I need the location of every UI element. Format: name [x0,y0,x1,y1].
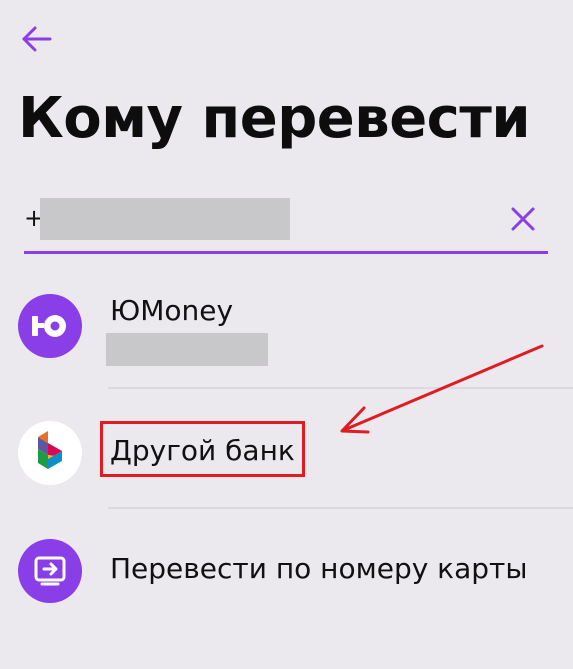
divider [108,507,573,509]
clear-button[interactable] [510,206,536,232]
redacted-account [106,333,268,366]
annotation-highlight-box [100,421,305,477]
annotation-arrow [340,344,544,434]
input-underline [24,251,548,254]
close-icon [511,207,535,231]
arrow-left-icon [22,26,52,52]
sbp-logo-icon [18,421,82,485]
recipient-label: Перевести по номеру карты [110,552,528,585]
phone-input[interactable] [40,198,484,242]
recipient-label: ЮMoney [110,294,234,327]
yoomoney-logo-icon [18,294,82,358]
page-title: Кому перевести [18,86,531,151]
card-transfer-icon [18,539,82,603]
back-button[interactable] [20,24,54,54]
recipient-card-transfer[interactable]: Перевести по номеру карты [0,538,573,604]
phone-search-field[interactable]: + [24,196,548,254]
